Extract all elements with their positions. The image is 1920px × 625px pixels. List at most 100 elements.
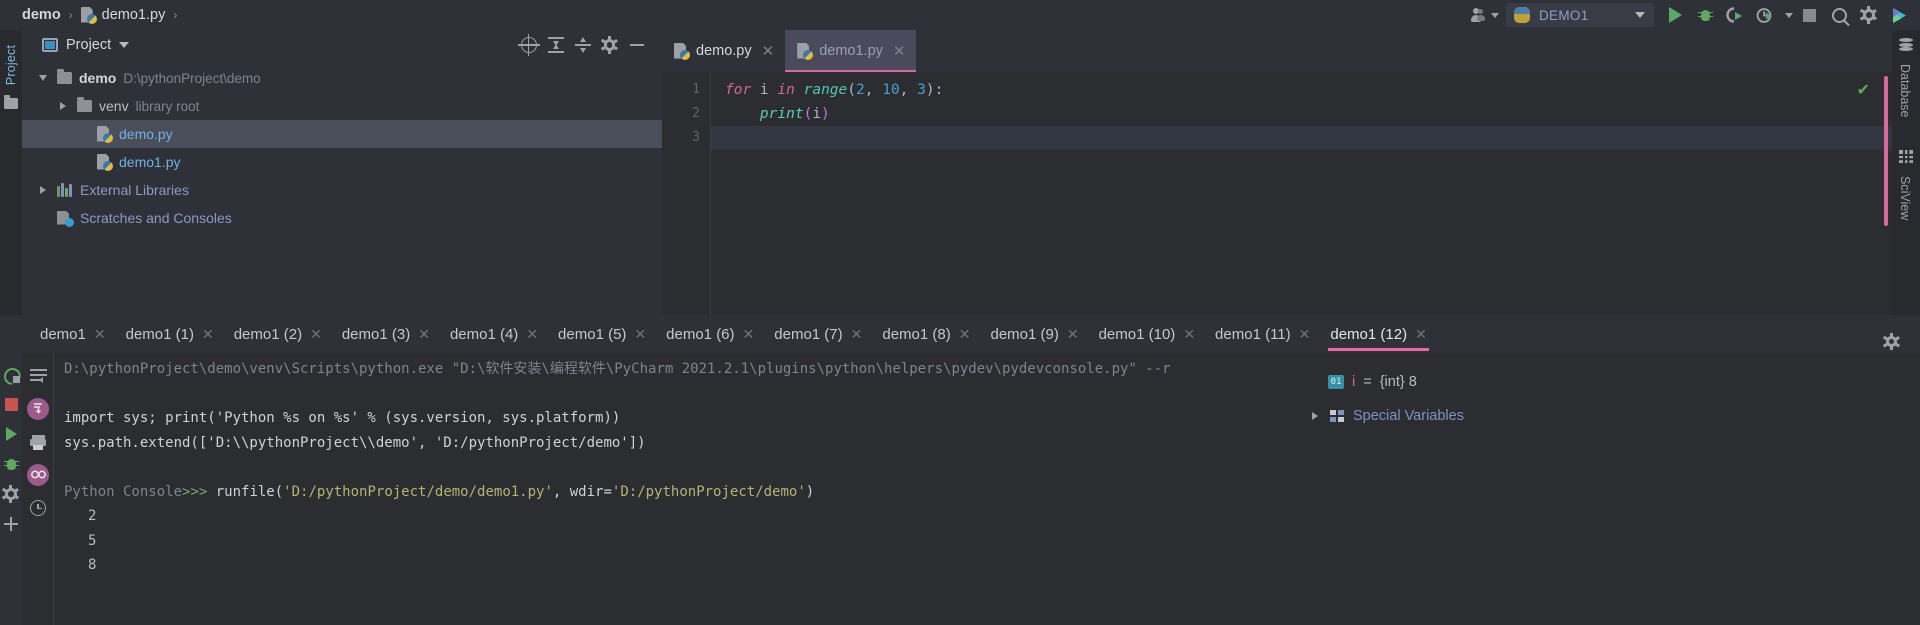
rerun-button[interactable]: [0, 359, 22, 389]
close-icon[interactable]: ✕: [851, 326, 863, 343]
collapse-all-button[interactable]: [542, 32, 569, 58]
line-number: 2: [692, 106, 700, 121]
close-icon[interactable]: ✕: [762, 42, 775, 60]
close-icon[interactable]: ✕: [94, 326, 106, 343]
close-icon[interactable]: ✕: [1415, 326, 1427, 343]
variable-row-i[interactable]: 01 i = {int} 8: [1300, 365, 1920, 399]
close-icon[interactable]: ✕: [959, 326, 971, 343]
expand-all-button[interactable]: [569, 32, 596, 58]
tree-row-demo[interactable]: demo D:\pythonProject\demo: [22, 64, 662, 92]
console-tab-demo1-5[interactable]: demo1 (5) ✕: [548, 315, 656, 353]
chevron-down-icon[interactable]: [39, 75, 47, 81]
tree-row-detail: library root: [135, 98, 200, 114]
hide-panel-button[interactable]: [623, 32, 650, 58]
search-button[interactable]: [1824, 0, 1854, 30]
history-button[interactable]: [22, 491, 54, 524]
paren-close: ): [805, 483, 815, 500]
clock-icon: [30, 499, 46, 516]
close-icon[interactable]: ✕: [893, 42, 906, 60]
breadcrumb-project[interactable]: demo: [22, 7, 61, 23]
close-icon[interactable]: ✕: [743, 326, 755, 343]
chevron-right-icon[interactable]: [1312, 412, 1318, 420]
console-tab-demo1-6[interactable]: demo1 (6) ✕: [656, 315, 764, 353]
tree-row-external-libraries[interactable]: External Libraries: [22, 176, 662, 204]
debug-button[interactable]: [0, 449, 22, 479]
tree-toggle: [36, 75, 50, 81]
editor-tab-demo-py[interactable]: demo.py ✕: [662, 30, 785, 72]
arg-start: 2: [856, 82, 865, 98]
profile-button[interactable]: [1750, 0, 1780, 30]
select-opened-file-button[interactable]: [515, 32, 542, 58]
close-icon[interactable]: ✕: [1067, 326, 1079, 343]
console-tab-demo1-9[interactable]: demo1 (9) ✕: [980, 315, 1088, 353]
python-file-icon: [674, 43, 690, 60]
editor-code-area[interactable]: for i in range(2, 10, 3): print(i): [710, 72, 1892, 315]
profile-dropdown[interactable]: [1780, 0, 1794, 30]
run-configuration-selector[interactable]: DEMO1: [1506, 3, 1654, 27]
project-settings-button[interactable]: [596, 32, 623, 58]
breadcrumb-file[interactable]: demo1.py: [102, 7, 166, 23]
python-file-icon: [797, 43, 814, 60]
console-tab-label: demo1 (6): [666, 325, 735, 343]
tree-row-label: External Libraries: [80, 182, 189, 198]
arg-step: 3: [917, 82, 926, 98]
scroll-to-end-button[interactable]: [22, 392, 54, 425]
debug-button[interactable]: [1690, 0, 1720, 30]
search-icon: [1831, 7, 1847, 23]
user-group-button[interactable]: [1470, 0, 1500, 30]
console-tab-label: demo1 (11): [1215, 325, 1291, 343]
tree-row-venv[interactable]: venv library root: [22, 92, 662, 120]
console-tab-demo1-1[interactable]: demo1 (1) ✕: [116, 315, 224, 353]
stop-button[interactable]: [1794, 0, 1824, 30]
console-tab-demo1-8[interactable]: demo1 (8) ✕: [872, 315, 980, 353]
top-toolbar: demo › demo1.py › DEMO1: [0, 0, 1920, 30]
show-variables-button[interactable]: [22, 458, 54, 491]
console-tab-demo1-7[interactable]: demo1 (7) ✕: [764, 315, 872, 353]
tree-row-demo1-py[interactable]: demo1.py: [22, 148, 662, 176]
console-tab-demo1-12[interactable]: demo1 (12) ✕: [1320, 315, 1436, 353]
print-button[interactable]: [22, 425, 54, 458]
stop-button[interactable]: [0, 389, 22, 419]
add-console-button[interactable]: [0, 509, 22, 539]
chevron-right-icon[interactable]: [60, 102, 66, 110]
settings-button[interactable]: [1854, 0, 1884, 30]
folder-icon[interactable]: [4, 95, 18, 109]
console-tab-demo1-11[interactable]: demo1 (11) ✕: [1205, 315, 1320, 353]
variable-row-special[interactable]: Special Variables: [1300, 399, 1920, 433]
console-tab-demo1-2[interactable]: demo1 (2) ✕: [224, 315, 332, 353]
run-configuration-name: DEMO1: [1539, 7, 1589, 23]
close-icon[interactable]: ✕: [1299, 326, 1311, 343]
run-button[interactable]: [0, 419, 22, 449]
soft-wrap-button[interactable]: [22, 359, 54, 392]
console-tab-label: demo1 (9): [990, 325, 1059, 343]
special-variables-icon: [1330, 409, 1345, 423]
tree-row-demo-py[interactable]: demo.py: [22, 120, 662, 148]
run-button[interactable]: [1660, 0, 1690, 30]
close-icon[interactable]: ✕: [310, 326, 322, 343]
editor-line-number-gutter: 1 2 3: [662, 72, 710, 315]
editor-tab-demo1-py[interactable]: demo1.py ✕: [785, 30, 917, 72]
gear-icon: [1860, 6, 1878, 24]
console-tab-demo1-3[interactable]: demo1 (3) ✕: [332, 315, 440, 353]
chevron-right-icon[interactable]: [40, 186, 46, 194]
editor-scroll-marker[interactable]: [1884, 76, 1888, 226]
console-prompt-arrows: >>>: [182, 483, 216, 500]
console-tab-demo1-4[interactable]: demo1 (4) ✕: [440, 315, 548, 353]
console-settings-button[interactable]: [0, 479, 22, 509]
tool-window-button-project[interactable]: Project: [4, 36, 18, 94]
close-icon[interactable]: ✕: [1183, 326, 1195, 343]
variables-panel: 01 i = {int} 8 Special Variables: [1300, 353, 1920, 625]
console-tab-demo1[interactable]: demo1 ✕: [30, 315, 116, 353]
close-icon[interactable]: ✕: [526, 326, 538, 343]
close-icon[interactable]: ✕: [202, 326, 214, 343]
project-window-icon: [42, 38, 58, 52]
close-icon[interactable]: ✕: [634, 326, 646, 343]
close-icon[interactable]: ✕: [418, 326, 430, 343]
run-with-coverage-button[interactable]: [1720, 0, 1750, 30]
chevron-down-icon[interactable]: [119, 42, 130, 48]
console-tab-demo1-10[interactable]: demo1 (10) ✕: [1089, 315, 1205, 353]
tree-row-scratches-and-consoles[interactable]: Scratches and Consoles: [22, 204, 662, 232]
updates-button[interactable]: [1884, 0, 1914, 30]
inspection-status-icon[interactable]: ✔: [1857, 80, 1870, 100]
